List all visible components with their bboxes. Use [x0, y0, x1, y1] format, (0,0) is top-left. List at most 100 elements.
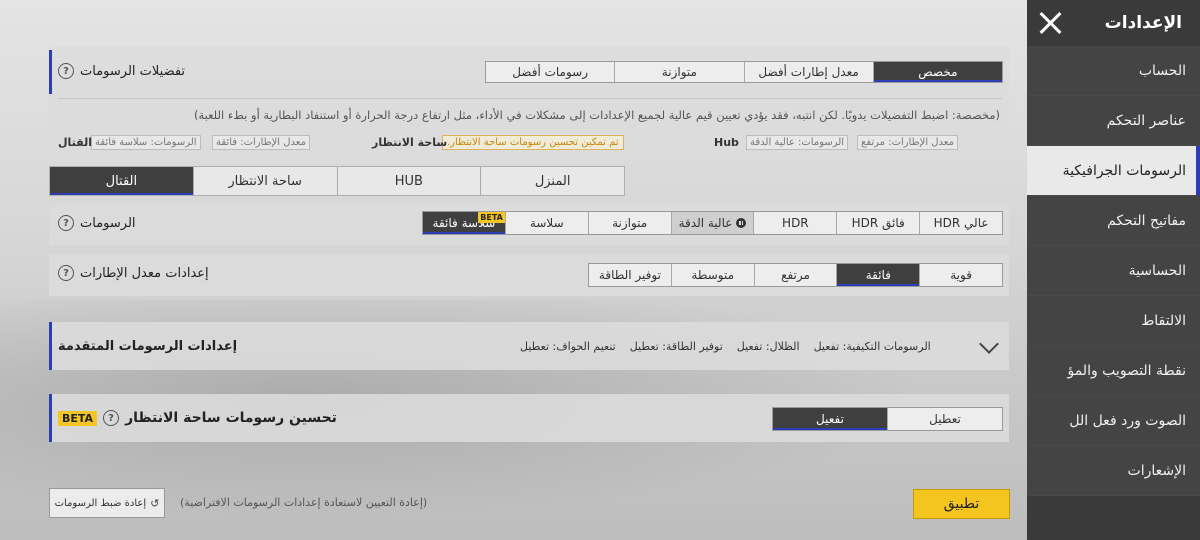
scene-option-0[interactable]: المنزل: [480, 167, 624, 195]
graphics-option-label: فائق HDR: [851, 216, 905, 230]
graphics-pref-selector: مخصص معدل إطارات أفضل متوازنة رسومات أفضل: [485, 61, 1003, 83]
section-accent-bar: [49, 394, 52, 442]
scene-option-3[interactable]: القتال: [50, 167, 193, 195]
beta-badge: BETA: [58, 410, 98, 426]
pref-option-0[interactable]: مخصص: [872, 62, 1003, 82]
fps-option-label: توفير الطاقة: [598, 268, 661, 282]
lobby-option-0[interactable]: تعطيل: [887, 408, 1002, 430]
reset-label: إعادة ضبط الرسومات: [54, 497, 147, 509]
section-accent-bar: [49, 50, 52, 94]
sidebar-item-5[interactable]: الالتقاط: [1027, 296, 1200, 346]
frame-rate-label: إعدادات معدل الإطارات: [80, 265, 209, 281]
sidebar-item-6[interactable]: نقطة التصويب والمؤ: [1027, 346, 1200, 396]
advanced-item-3: تنعيم الحواف: تعطيل: [520, 340, 616, 353]
scene-option-label: القتال: [105, 173, 138, 189]
tag-graphics-hd: الرسومات: عالية الدقة: [746, 135, 849, 150]
reset-note: (إعادة التعيين لاستعادة إعدادات الرسومات…: [180, 496, 428, 509]
graphics-option-label: عالية الدقة: [678, 216, 733, 230]
lobby-warning: تم تمكين تحسين رسومات ساحة الانتظار.: [442, 135, 624, 150]
graphics-option-4[interactable]: متوازنة: [587, 212, 671, 234]
graphics-pref-title: تفضيلات الرسومات ?: [58, 63, 185, 79]
pref-option-label: رسومات أفضل: [512, 65, 589, 79]
scene-option-label: ساحة الانتظار: [228, 173, 302, 189]
graphics-option-label: HDR: [782, 216, 809, 230]
fps-option-3[interactable]: متوسطة: [670, 264, 754, 286]
scene-tabs: المنزل HUB ساحة الانتظار القتال: [49, 166, 625, 196]
lobby-option-1[interactable]: تفعيل: [773, 408, 887, 430]
close-icon[interactable]: [1037, 10, 1063, 36]
graphics-option-3[interactable]: عالية الدقة: [670, 212, 754, 234]
fps-option-label: فائقة: [865, 268, 891, 282]
graphics-title: الرسومات ?: [58, 215, 136, 231]
apply-button[interactable]: تطبيق: [913, 489, 1010, 519]
reset-icon: ↺: [150, 496, 160, 510]
scene-option-label: المنزل: [534, 173, 571, 189]
graphics-quality-selector: عالي HDR فائق HDR HDR عالية الدقة متوازنة سلا…: [422, 211, 1003, 235]
sidebar-items: الحساب عناصر التحكم الرسومات الجرافيكية مفا…: [1027, 46, 1200, 496]
graphics-pref-label: تفضيلات الرسومات: [80, 63, 186, 79]
help-icon[interactable]: ?: [103, 410, 120, 426]
tag-framerate-ultra: معدل الإطارات: فائقة: [212, 135, 310, 150]
pref-option-label: معدل إطارات أفضل: [758, 65, 859, 79]
graphics-option-label: متوازنة: [612, 216, 648, 230]
pref-option-1[interactable]: معدل إطارات أفضل: [743, 62, 873, 82]
lobby-enhance-toggle: تعطيل تفعيل: [772, 407, 1003, 431]
help-icon[interactable]: ?: [58, 265, 74, 281]
graphics-option-5[interactable]: سلاسة: [504, 212, 588, 234]
lobby-label: ساحة الانتظار: [372, 136, 448, 149]
sidebar-item-1[interactable]: عناصر التحكم: [1027, 96, 1200, 146]
sidebar-item-2[interactable]: الرسومات الجرافيكية: [1027, 146, 1200, 196]
tag-graphics-ultra-smooth: الرسومات: سلاسة فائقة: [91, 135, 201, 150]
scene-option-1[interactable]: HUB: [336, 167, 481, 195]
graphics-label: الرسومات: [80, 215, 136, 231]
graphics-option-0[interactable]: عالي HDR: [919, 212, 1002, 234]
graphics-option-1[interactable]: فائق HDR: [836, 212, 919, 234]
settings-sidebar: الإعدادات الحساب عناصر التحكم الرسومات الج…: [1027, 0, 1200, 540]
fps-option-label: مرتفع: [781, 268, 810, 282]
beta-badge: BETA: [478, 212, 505, 223]
fps-option-0[interactable]: قوية: [919, 264, 1002, 286]
advanced-item-1: الظلال: تفعيل: [736, 340, 800, 353]
scene-option-label: HUB: [394, 173, 423, 189]
graphics-option-label: سلاسة: [529, 216, 564, 230]
pref-option-2[interactable]: متوازنة: [614, 62, 743, 82]
sidebar-title: الإعدادات: [1104, 13, 1182, 33]
pause-icon: [736, 218, 747, 228]
sidebar-item-7[interactable]: الصوت ورد فعل الل: [1027, 396, 1200, 446]
fps-option-label: متوسطة: [691, 268, 735, 282]
divider: [58, 98, 1002, 99]
sidebar-item-8[interactable]: الإشعارات: [1027, 446, 1200, 496]
fps-option-4[interactable]: توفير الطاقة: [589, 264, 671, 286]
help-icon[interactable]: ?: [58, 63, 74, 79]
pref-option-label: مخصص: [918, 65, 958, 79]
fps-option-2[interactable]: مرتفع: [753, 264, 837, 286]
advanced-summary: الرسومات التكيفية: تفعيل الظلال: تفعيل توف…: [520, 340, 931, 353]
lobby-enhance-label: تحسين رسومات ساحة الانتظار: [125, 410, 337, 426]
reset-graphics-button[interactable]: ↺ إعادة ضبط الرسومات: [49, 488, 165, 518]
graphics-option-2[interactable]: HDR: [753, 212, 836, 234]
advanced-item-2: توفير الطاقة: تعطيل: [629, 340, 723, 353]
graphics-option-6[interactable]: سلاسة فائقة BETA: [422, 212, 505, 234]
advanced-title: إعدادات الرسومات المتقدمة: [58, 339, 238, 354]
advanced-item-0: الرسومات التكيفية: تفعيل: [813, 340, 931, 353]
combat-label: القتال: [58, 136, 92, 149]
section-accent-bar: [49, 322, 52, 370]
sidebar-header: الإعدادات: [1027, 0, 1200, 46]
tag-framerate-high: معدل الإطارات: مرتفع: [857, 135, 958, 150]
pref-option-3[interactable]: رسومات أفضل: [486, 62, 614, 82]
graphics-option-label: عالي HDR: [933, 216, 989, 230]
scene-option-2[interactable]: ساحة الانتظار: [192, 167, 337, 195]
help-icon[interactable]: ?: [58, 215, 74, 231]
custom-description: (مخصصة: اضبط التفضيلات يدويًا. لكن انتبه…: [194, 108, 1000, 122]
lobby-option-label: تعطيل: [929, 412, 961, 426]
pref-option-label: متوازنة: [661, 65, 697, 79]
hub-label: Hub: [714, 136, 739, 149]
fps-option-1[interactable]: فائقة: [836, 264, 920, 286]
frame-rate-title: إعدادات معدل الإطارات ?: [58, 265, 209, 281]
lobby-option-label: تفعيل: [816, 412, 844, 426]
frame-rate-selector: قوية فائقة مرتفع متوسطة توفير الطاقة: [588, 263, 1003, 287]
sidebar-item-0[interactable]: الحساب: [1027, 46, 1200, 96]
fps-option-label: قوية: [950, 268, 972, 282]
sidebar-item-3[interactable]: مفاتيح التحكم: [1027, 196, 1200, 246]
sidebar-item-4[interactable]: الحساسية: [1027, 246, 1200, 296]
